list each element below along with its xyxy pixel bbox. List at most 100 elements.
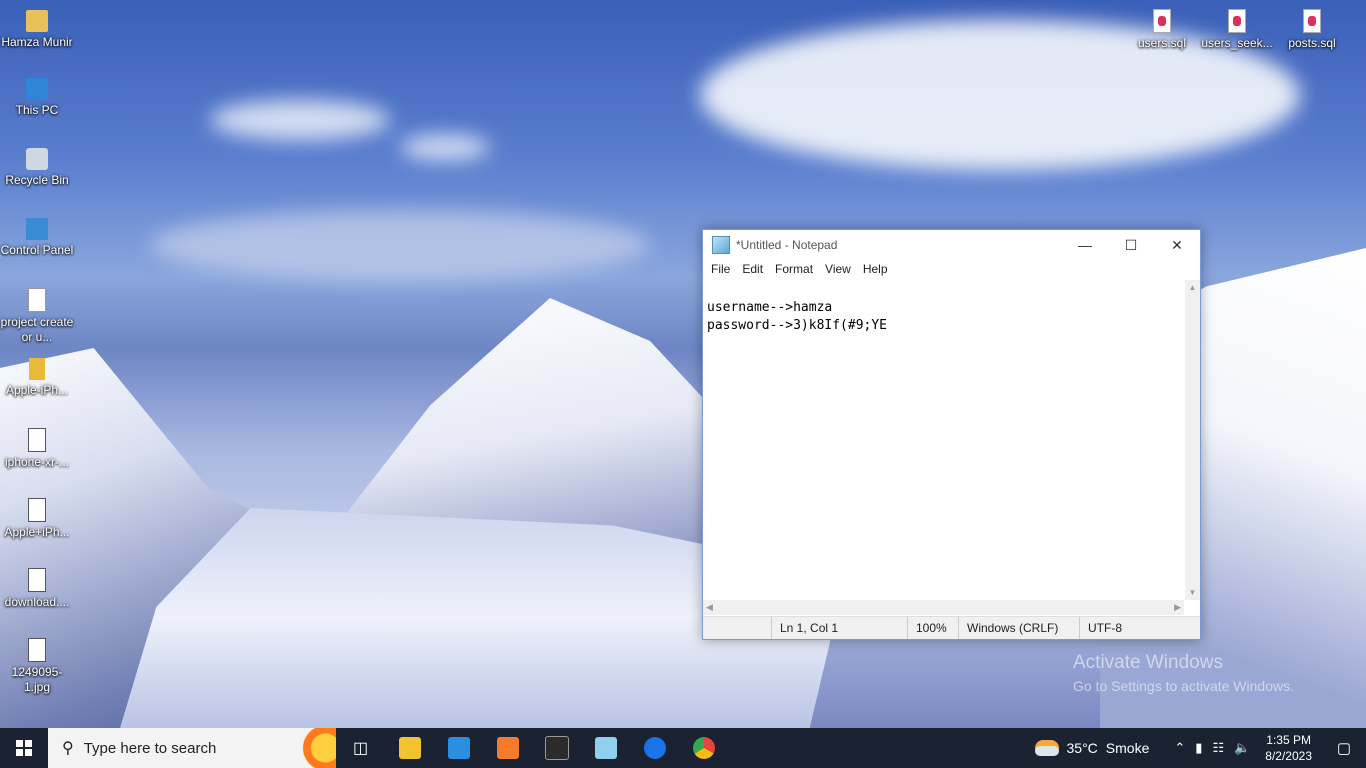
- horizontal-scrollbar[interactable]: ◀ ▶: [703, 600, 1184, 615]
- desktop-icon-label: users.sql: [1137, 36, 1187, 50]
- notepad-window[interactable]: *Untitled - Notepad — ☐ ✕ File Edit Form…: [702, 229, 1201, 640]
- activation-watermark: Activate Windows Go to Settings to activ…: [1073, 652, 1294, 694]
- desktop-icon-label: posts.sql: [1288, 36, 1336, 50]
- chevron-up-icon[interactable]: ⌃: [1174, 740, 1185, 756]
- encoding: UTF-8: [1079, 617, 1178, 639]
- menu-view[interactable]: View: [819, 260, 857, 280]
- desktop-icon-label: project create or u...: [0, 315, 74, 344]
- menu-bar: File Edit Format View Help: [703, 260, 1200, 280]
- archive-icon: [29, 358, 45, 380]
- desktop-icon-this-pc[interactable]: This PC: [0, 78, 74, 118]
- battery-icon[interactable]: ▮: [1195, 740, 1202, 756]
- zoom-level: 100%: [907, 617, 958, 639]
- minimize-button[interactable]: —: [1062, 230, 1108, 260]
- system-tray: 35°C Smoke ⌃ ▮ ☷ 🔈 1:35 PM 8/2/2023 ▢: [1034, 728, 1366, 768]
- menu-help[interactable]: Help: [857, 260, 894, 280]
- scroll-left-icon[interactable]: ◀: [706, 600, 713, 615]
- desktop-icon-posts-sql[interactable]: posts.sql: [1275, 9, 1349, 51]
- desktop-icon-label: download....: [4, 595, 70, 609]
- vscode-button[interactable]: [434, 728, 483, 768]
- notepad-taskbar-button[interactable]: [581, 728, 630, 768]
- desktop-icon-users-seek-sql[interactable]: users_seek...: [1200, 9, 1274, 51]
- clock-time: 1:35 PM: [1266, 733, 1311, 747]
- desktop-icon-iphone-xr[interactable]: iphone-xr-...: [0, 428, 74, 470]
- weather-condition: Smoke: [1105, 740, 1150, 756]
- desktop-icon-label: Control Panel: [0, 243, 74, 257]
- window-title: *Untitled - Notepad: [736, 238, 838, 252]
- chrome-icon: [692, 737, 715, 759]
- document-icon: [28, 288, 46, 312]
- desktop-icon-apple-iph-zip[interactable]: Apple-iPh...: [0, 358, 74, 398]
- wifi-icon[interactable]: ☷: [1212, 740, 1224, 756]
- task-view-button[interactable]: ◫: [336, 728, 385, 768]
- editor-line: username-->hamza: [707, 300, 833, 315]
- clock[interactable]: 1:35 PM 8/2/2023: [1265, 732, 1312, 764]
- vertical-scrollbar[interactable]: ▲ ▼: [1185, 280, 1200, 600]
- search-placeholder: Type here to search: [83, 739, 217, 757]
- maximize-button[interactable]: ☐: [1108, 230, 1154, 260]
- notification-icon[interactable]: ▢: [1322, 739, 1366, 757]
- desktop-icon-users-sql[interactable]: users.sql: [1125, 9, 1199, 51]
- clock-date: 8/2/2023: [1265, 749, 1312, 763]
- search-highlight-icon: [266, 728, 336, 768]
- folder-icon: [398, 737, 421, 759]
- terminal-icon: [544, 736, 569, 760]
- notepad-icon: [594, 737, 617, 759]
- scroll-up-icon[interactable]: ▲: [1185, 280, 1200, 295]
- chrome-button[interactable]: [679, 728, 728, 768]
- sql-file-icon: [1153, 9, 1171, 33]
- desktop-icon-1249095-jpg[interactable]: 1249095-1.jpg: [0, 638, 74, 695]
- menu-edit[interactable]: Edit: [736, 260, 769, 280]
- user-folder-icon: [26, 10, 48, 32]
- terminal-button[interactable]: [532, 728, 581, 768]
- notepad-icon: [712, 236, 730, 254]
- watermark-heading: Activate Windows: [1073, 652, 1223, 673]
- sql-file-icon: [1228, 9, 1246, 33]
- taskbar-search[interactable]: ⚲ Type here to search: [48, 728, 336, 768]
- text-editor[interactable]: username-->hamza password-->3)k8If(#9;YE: [703, 280, 1184, 600]
- image-icon: [28, 638, 46, 662]
- xampp-icon: [496, 737, 519, 759]
- taskbar: ⚲ Type here to search ◫ 35°C Smoke ⌃ ▮ ☷…: [0, 728, 1366, 768]
- xampp-button[interactable]: [483, 728, 532, 768]
- desktop-icon-download[interactable]: download....: [0, 568, 74, 610]
- cloud: [210, 100, 390, 140]
- vscode-icon: [447, 737, 470, 759]
- desktop-icon-label: Apple-iPh...: [5, 383, 69, 397]
- desktop-icon-label: 1249095-1.jpg: [11, 665, 63, 694]
- cursor-position: Ln 1, Col 1: [771, 617, 907, 639]
- scroll-down-icon[interactable]: ▼: [1185, 585, 1200, 600]
- weather-widget[interactable]: 35°C Smoke: [1034, 740, 1150, 756]
- task-view-icon: ◫: [352, 740, 369, 757]
- desktop-icon-apple-iph-image[interactable]: Apple+iPh...: [0, 498, 74, 540]
- weather-cloud-icon: [1034, 740, 1059, 756]
- desktop-icon-label: Hamza Munir: [1, 35, 73, 49]
- volume-icon[interactable]: 🔈: [1234, 740, 1250, 756]
- editor-line: password-->3)k8If(#9;YE: [707, 318, 888, 333]
- control-panel-icon: [26, 218, 48, 240]
- title-bar[interactable]: *Untitled - Notepad — ☐ ✕: [703, 230, 1200, 260]
- cloud: [150, 210, 650, 280]
- map-pin-icon: [643, 737, 666, 759]
- menu-file[interactable]: File: [705, 260, 736, 280]
- watermark-subtext: Go to Settings to activate Windows.: [1073, 678, 1294, 694]
- close-button[interactable]: ✕: [1154, 230, 1200, 260]
- scroll-right-icon[interactable]: ▶: [1174, 600, 1181, 615]
- desktop-icon-label: users_seek...: [1201, 36, 1273, 50]
- menu-format[interactable]: Format: [769, 260, 819, 280]
- desktop-icon-control-panel[interactable]: Control Panel: [0, 218, 74, 258]
- file-explorer-button[interactable]: [385, 728, 434, 768]
- recycle-bin-icon: [26, 148, 48, 170]
- image-icon: [28, 498, 46, 522]
- weather-temp: 35°C: [1066, 740, 1098, 756]
- image-icon: [28, 428, 46, 452]
- cloud: [400, 135, 490, 160]
- start-button[interactable]: [0, 728, 48, 768]
- desktop-icon-recycle-bin[interactable]: Recycle Bin: [0, 148, 74, 188]
- line-ending: Windows (CRLF): [958, 617, 1079, 639]
- search-icon: ⚲: [62, 740, 74, 757]
- desktop-icon-project[interactable]: project create or u...: [0, 288, 74, 345]
- desktop-icon-hamza-munir[interactable]: Hamza Munir: [0, 10, 74, 50]
- desktop-icon-label: Recycle Bin: [5, 173, 69, 187]
- maps-button[interactable]: [630, 728, 679, 768]
